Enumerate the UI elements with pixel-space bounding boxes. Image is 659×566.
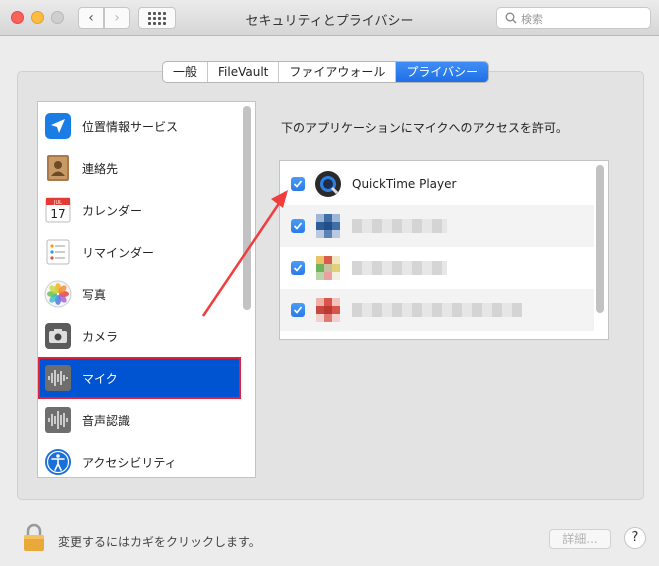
app-name: QuickTime Player: [352, 177, 457, 191]
app-row: [280, 289, 594, 331]
tab-filevault[interactable]: FileVault: [208, 62, 280, 82]
microphone-icon: [45, 365, 71, 391]
calendar-month-text: JUL: [53, 200, 62, 206]
accessibility-icon: [45, 449, 71, 475]
sidebar-item-label: カレンダー: [82, 203, 143, 218]
sidebar-item-speech-recognition[interactable]: 音声認識: [38, 399, 241, 441]
app-checkbox[interactable]: [291, 219, 305, 233]
photos-icon: [44, 280, 72, 308]
sidebar-item-microphone[interactable]: マイク: [38, 357, 241, 399]
title-bar: ‹ › セキュリティとプライバシー 検索: [0, 0, 659, 36]
sidebar-item-calendar[interactable]: JUL 17 カレンダー: [38, 189, 241, 231]
blurred-app-icon: [316, 214, 340, 238]
lock-message: 変更するにはカギをクリックします。: [58, 535, 261, 549]
checkmark-icon: [293, 222, 303, 230]
tab-firewall[interactable]: ファイアウォール: [279, 62, 397, 82]
calendar-icon: JUL 17: [45, 197, 71, 223]
blurred-app-name: [352, 261, 447, 275]
sidebar-item-label: 連絡先: [82, 161, 119, 176]
quicktime-icon: [315, 171, 341, 197]
app-row: [280, 247, 594, 289]
sidebar-item-contacts[interactable]: 連絡先: [38, 147, 241, 189]
speech-recognition-icon: [45, 407, 71, 433]
sidebar-item-location[interactable]: 位置情報サービス: [38, 105, 241, 147]
sidebar-item-label: 写真: [82, 287, 107, 302]
blurred-app-name: [352, 219, 447, 233]
privacy-category-list[interactable]: 位置情報サービス 連絡先 JUL 17 カレンダー リマインダー 写真 カメラ …: [37, 101, 256, 478]
sidebar-item-label: アクセシビリティ: [82, 455, 177, 470]
access-description: 下のアプリケーションにマイクへのアクセスを許可。: [281, 121, 568, 135]
sidebar-item-photos[interactable]: 写真: [38, 273, 241, 315]
app-checkbox[interactable]: [291, 177, 305, 191]
search-placeholder: 検索: [521, 13, 543, 26]
blurred-app-icon: [316, 298, 340, 322]
search-icon: [505, 12, 517, 24]
app-access-list[interactable]: QuickTime Player: [279, 160, 609, 340]
camera-icon: [45, 323, 71, 349]
lock-icon[interactable]: [22, 522, 46, 552]
app-row: [280, 205, 594, 247]
sidebar-item-label: 音声認識: [82, 413, 131, 428]
calendar-day-text: 17: [50, 207, 65, 221]
app-row-quicktime: QuickTime Player: [280, 163, 594, 205]
sidebar-scrollbar[interactable]: [243, 106, 251, 310]
app-list-scrollbar[interactable]: [596, 165, 604, 313]
app-checkbox[interactable]: [291, 303, 305, 317]
checkmark-icon: [293, 306, 303, 314]
sidebar-item-camera[interactable]: カメラ: [38, 315, 241, 357]
help-button[interactable]: ?: [624, 527, 646, 549]
contacts-icon: [47, 155, 69, 181]
blurred-app-icon: [316, 256, 340, 280]
blurred-app-name: [352, 303, 522, 317]
checkmark-icon: [293, 264, 303, 272]
sidebar-item-accessibility[interactable]: アクセシビリティ: [38, 441, 241, 477]
sidebar-item-reminders[interactable]: リマインダー: [38, 231, 241, 273]
sidebar-item-label: マイク: [82, 371, 118, 386]
tab-privacy[interactable]: プライバシー: [396, 62, 489, 82]
reminders-icon: [46, 239, 70, 265]
details-button[interactable]: 詳細...: [549, 529, 611, 549]
tab-bar: 一般 FileVault ファイアウォール プライバシー: [162, 61, 490, 83]
sidebar-item-label: カメラ: [82, 329, 119, 344]
sidebar-item-label: リマインダー: [82, 245, 155, 260]
search-field[interactable]: 検索: [496, 7, 651, 29]
tab-general[interactable]: 一般: [163, 62, 209, 82]
checkmark-icon: [293, 180, 303, 188]
location-icon: [45, 113, 71, 139]
app-checkbox[interactable]: [291, 261, 305, 275]
sidebar-item-label: 位置情報サービス: [82, 119, 179, 134]
